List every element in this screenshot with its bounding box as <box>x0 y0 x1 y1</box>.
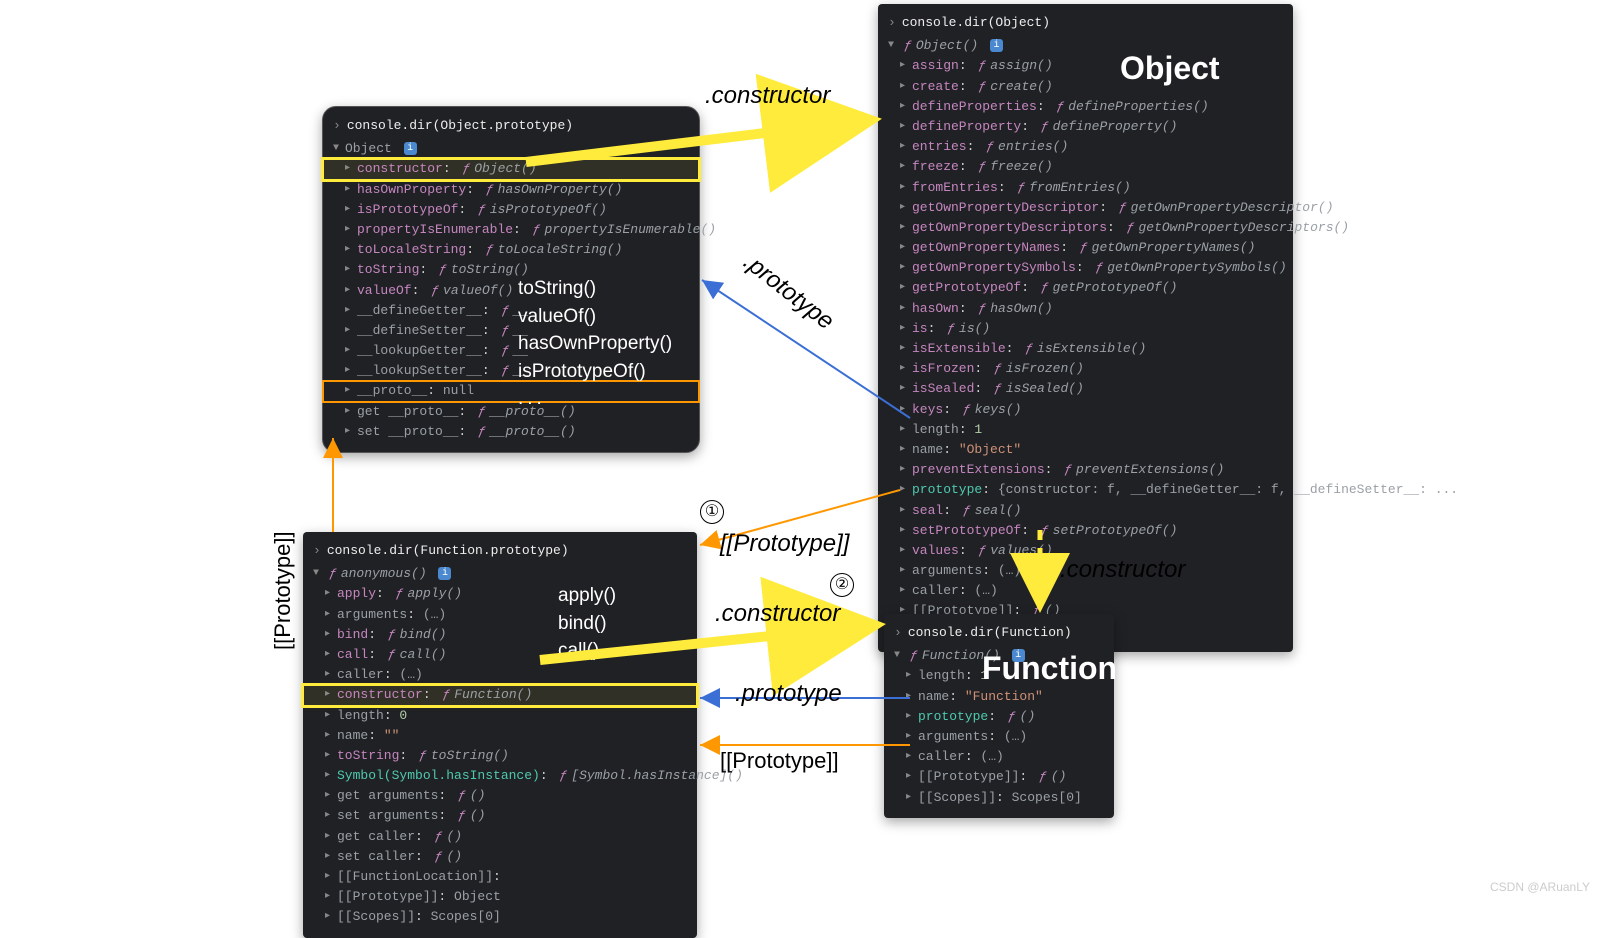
property-row: ▸caller: (…) <box>884 747 1114 767</box>
panel-object: ›console.dir(Object) ▼ƒObject() i ▸assig… <box>878 4 1293 652</box>
panel-header: ›console.dir(Function.prototype) <box>303 538 697 564</box>
property-row: ▸defineProperties: ƒdefineProperties() <box>878 97 1293 117</box>
property-row: ▸is: ƒis() <box>878 319 1293 339</box>
object-title-row: ▼Object i <box>323 139 699 159</box>
property-row: ▸caller: (…) <box>303 665 697 685</box>
property-row: ▸name: "Object" <box>878 440 1293 460</box>
property-row: ▸setPrototypeOf: ƒsetPrototypeOf() <box>878 521 1293 541</box>
property-row: ▸arguments: (…) <box>884 727 1114 747</box>
property-row: ▸fromEntries: ƒfromEntries() <box>878 178 1293 198</box>
property-row: ▸apply: ƒapply() <box>303 584 697 604</box>
property-row: ▸propertyIsEnumerable: ƒpropertyIsEnumer… <box>323 220 699 240</box>
object-proto-sidelist: toString() valueOf() hasOwnProperty() is… <box>518 275 672 413</box>
property-row: ▸isSealed: ƒisSealed() <box>878 379 1293 399</box>
property-row: ▸[[FunctionLocation]]: <box>303 867 697 887</box>
panel-function-prototype: ›console.dir(Function.prototype) ▼ƒanony… <box>303 532 697 938</box>
property-row: ▸create: ƒcreate() <box>878 77 1293 97</box>
panel-header: ›console.dir(Object.prototype) <box>323 113 699 139</box>
property-row: ▸defineProperty: ƒdefineProperty() <box>878 117 1293 137</box>
header-text: console.dir(Object) <box>902 15 1050 30</box>
property-row: ▸name: "" <box>303 726 697 746</box>
label-prototype-top: .prototype <box>738 248 839 336</box>
sidelist-item: valueOf() <box>518 303 672 331</box>
sidelist-item: call() <box>558 637 616 665</box>
header-text: console.dir(Object.prototype) <box>347 118 573 133</box>
header-text: console.dir(Function) <box>908 625 1072 640</box>
property-row: ▸hasOwnProperty: ƒhasOwnProperty() <box>323 180 699 200</box>
label-prototype-chain-vert: [[Prototype]] <box>270 531 296 650</box>
property-row: ▸bind: ƒbind() <box>303 625 697 645</box>
property-row: ▸entries: ƒentries() <box>878 137 1293 157</box>
property-row: ▸toString: ƒtoString() <box>303 746 697 766</box>
property-row: ▸caller: (…) <box>878 581 1293 601</box>
property-row: ▸prototype: {constructor: f, __defineGet… <box>878 480 1293 500</box>
property-row: ▸get caller: ƒ() <box>303 827 697 847</box>
property-row: ▸keys: ƒkeys() <box>878 400 1293 420</box>
property-row: ▸constructor: ƒObject() <box>323 159 699 179</box>
sidelist-item: bind() <box>558 610 616 638</box>
property-row: ▸call: ƒcall() <box>303 645 697 665</box>
property-row: ▸get arguments: ƒ() <box>303 786 697 806</box>
lead-row: ▼ƒanonymous() i <box>303 564 697 584</box>
property-row: ▸getOwnPropertySymbols: ƒgetOwnPropertyS… <box>878 258 1293 278</box>
property-row: ▸length: 1 <box>878 420 1293 440</box>
property-row: ▸name: "Function" <box>884 687 1114 707</box>
property-row: ▸[[Scopes]]: Scopes[0] <box>303 907 697 927</box>
sidelist-item: toString() <box>518 275 672 303</box>
panel-header: ›console.dir(Function) <box>884 620 1114 646</box>
label-num2: ② <box>830 573 854 597</box>
property-row: ▸[[Scopes]]: Scopes[0] <box>884 788 1114 808</box>
info-icon: i <box>438 567 451 580</box>
label-prototype-chain-low: [[Prototype]] <box>720 748 839 774</box>
info-icon: i <box>990 39 1003 52</box>
sidelist-item: apply() <box>558 582 616 610</box>
property-row: ▸[[Prototype]]: Object <box>303 887 697 907</box>
property-row: ▸set __proto__: ƒ__proto__() <box>323 422 699 442</box>
property-row: ▸set caller: ƒ() <box>303 847 697 867</box>
property-row: ▸prototype: ƒ() <box>884 707 1114 727</box>
property-row: ▸freeze: ƒfreeze() <box>878 157 1293 177</box>
property-row: ▸getOwnPropertyDescriptors: ƒgetOwnPrope… <box>878 218 1293 238</box>
label-prototype-mid: .prototype <box>735 680 842 708</box>
object-title: Object <box>1120 50 1220 87</box>
property-row: ▸isPrototypeOf: ƒisPrototypeOf() <box>323 200 699 220</box>
property-row: ▸constructor: ƒFunction() <box>303 685 697 705</box>
info-icon: i <box>404 142 417 155</box>
header-text: console.dir(Function.prototype) <box>327 543 569 558</box>
sidelist-item: ... <box>518 385 672 413</box>
property-row: ▸hasOwn: ƒhasOwn() <box>878 299 1293 319</box>
property-row: ▸isFrozen: ƒisFrozen() <box>878 359 1293 379</box>
function-title: Function <box>982 650 1117 687</box>
sidelist-item: isPrototypeOf() <box>518 358 672 386</box>
property-row: ▸assign: ƒassign() <box>878 56 1293 76</box>
property-row: ▸set arguments: ƒ() <box>303 806 697 826</box>
property-row: ▸preventExtensions: ƒpreventExtensions() <box>878 460 1293 480</box>
property-row: ▸getOwnPropertyDescriptor: ƒgetOwnProper… <box>878 198 1293 218</box>
property-row: ▸length: 0 <box>303 706 697 726</box>
function-proto-sidelist: apply() bind() call() <box>558 582 616 665</box>
property-row: ▸getOwnPropertyNames: ƒgetOwnPropertyNam… <box>878 238 1293 258</box>
property-row: ▸[[Prototype]]: ƒ() <box>884 767 1114 787</box>
lead-row: ▼ƒObject() i <box>878 36 1293 56</box>
label-num1: ① <box>700 500 724 524</box>
property-row: ▸Symbol(Symbol.hasInstance): ƒ[Symbol.ha… <box>303 766 697 786</box>
property-row: ▸getPrototypeOf: ƒgetPrototypeOf() <box>878 278 1293 298</box>
panel-function: ›console.dir(Function) ▼ƒFunction() i ▸l… <box>884 614 1114 818</box>
label-constructor-mid: .constructor <box>715 600 840 628</box>
watermark: CSDN @ARuanLY <box>1490 880 1590 894</box>
sidelist-item: hasOwnProperty() <box>518 330 672 358</box>
label-constructor-right: .constructor <box>1060 556 1185 584</box>
panel-header: ›console.dir(Object) <box>878 10 1293 36</box>
property-row: ▸arguments: (…) <box>303 605 697 625</box>
property-row: ▸isExtensible: ƒisExtensible() <box>878 339 1293 359</box>
property-row: ▸toLocaleString: ƒtoLocaleString() <box>323 240 699 260</box>
label-constructor-top: .constructor <box>705 82 830 110</box>
property-row: ▸seal: ƒseal() <box>878 501 1293 521</box>
label-prototype-chain-mid: [[Prototype]] <box>720 530 849 558</box>
